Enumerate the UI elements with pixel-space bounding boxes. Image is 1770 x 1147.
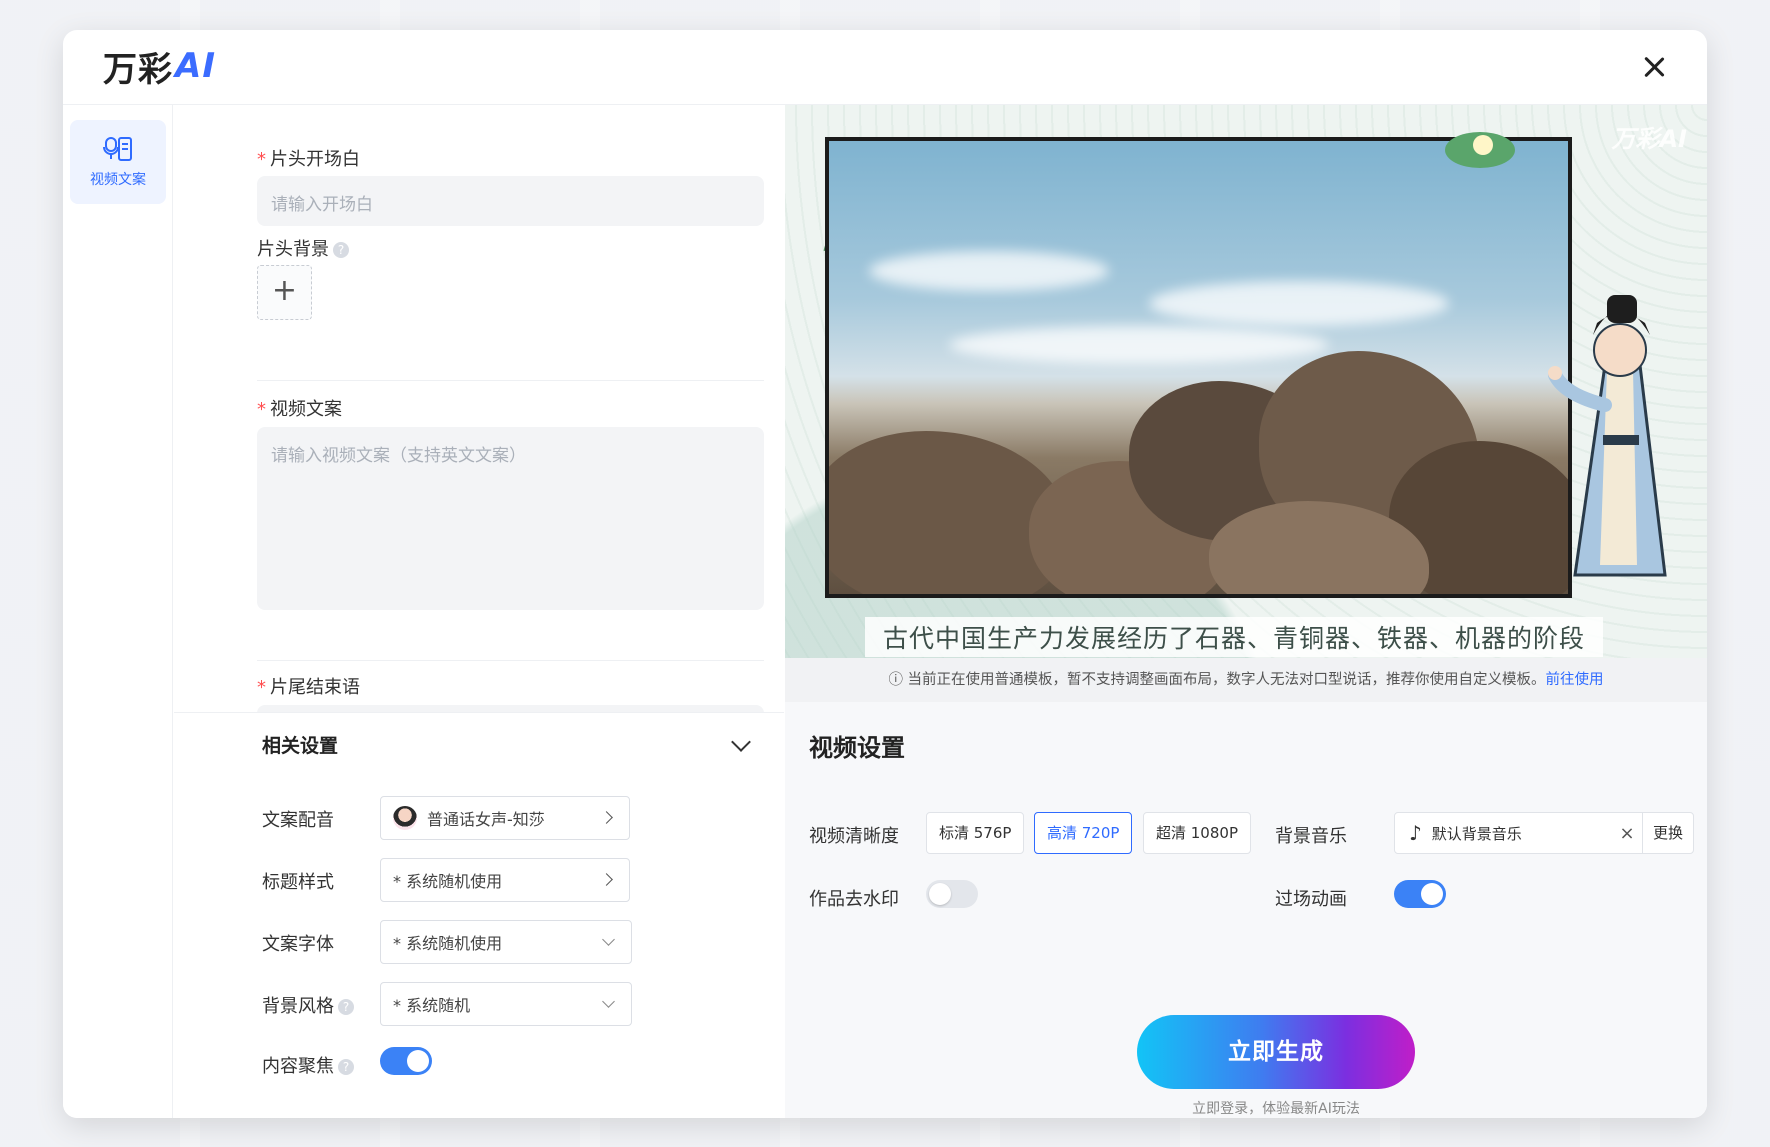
avatar (393, 806, 417, 830)
title-style-value: * 系统随机使用 (393, 872, 503, 891)
script-form: * 片头开场白 请输入开场白 片头背景? + * 视频文案 请输入视频文案（支持英文… (174, 105, 784, 712)
help-icon[interactable]: ? (338, 1059, 354, 1075)
divider (257, 380, 764, 381)
related-settings: 相关设置 文案配音 普通话女声-知莎 标题样式 * 系统随机使用 文案字体 * … (174, 712, 784, 1118)
change-music-button[interactable]: 更换 (1641, 813, 1693, 853)
bg-style-label: 背景风格? (262, 992, 354, 1018)
scholar-character (1548, 295, 1667, 577)
video-settings: 视频设置 视频清晰度 标清 576P 高清 720P 超清 1080P 背景音乐… (785, 702, 1707, 1118)
help-icon[interactable]: ? (333, 242, 349, 258)
focus-toggle[interactable] (380, 1047, 432, 1075)
preview-subtitle: 古代中国生产力发展经历了石器、青铜器、铁器、机器的阶段 (865, 617, 1604, 657)
preview-image (825, 137, 1572, 598)
go-use-link[interactable]: 前往使用 (1546, 672, 1604, 688)
divider (257, 660, 764, 661)
chevron-right-icon (600, 873, 613, 886)
notice-text: 当前正在使用普通模板，暂不支持调整画面布局，数字人无法对口型说话，推荐你使用自定… (907, 672, 1546, 688)
help-icon[interactable]: ? (338, 999, 354, 1015)
music-note-icon: ♪ (1409, 821, 1422, 845)
settings-title: 相关设置 (262, 735, 339, 757)
chevron-down-icon (602, 933, 615, 946)
template-notice: ⓘ 当前正在使用普通模板，暂不支持调整画面布局，数字人无法对口型说话，推荐你使用… (785, 658, 1707, 702)
opening-label: * 片头开场白 (257, 149, 360, 170)
logo-text: 万彩 (103, 49, 173, 90)
generate-hint[interactable]: 立即登录，体验最新AI玩法 (1137, 1098, 1415, 1118)
sidebar-item-video-script[interactable]: 视频文案 (70, 120, 166, 204)
bg-style-select[interactable]: * 系统随机 (380, 982, 632, 1026)
opening-bg-label: 片头背景? (257, 235, 349, 261)
remove-watermark-toggle[interactable] (926, 880, 978, 908)
title-style-label: 标题样式 (262, 872, 334, 893)
side-rail: 视频文案 (63, 105, 173, 1118)
info-icon: ⓘ (888, 672, 908, 688)
chevron-down-icon (602, 995, 615, 1008)
music-select[interactable]: ♪ 默认背景音乐 × 更换 (1394, 812, 1694, 854)
script-textarea[interactable]: 请输入视频文案（支持英文文案） (257, 427, 764, 610)
lotus-decoration (1445, 132, 1515, 168)
font-label: 文案字体 (262, 934, 334, 955)
bg-style-value: * 系统随机 (393, 996, 471, 1015)
chevron-right-icon (600, 811, 613, 824)
ending-label: * 片尾结束语 (257, 677, 360, 698)
voice-select[interactable]: 普通话女声-知莎 (380, 796, 630, 840)
close-icon[interactable] (1639, 52, 1669, 82)
script-label: * 视频文案 (257, 399, 342, 420)
font-select[interactable]: * 系统随机使用 (380, 920, 632, 964)
logo-ai: AI (175, 46, 216, 86)
logo: 万彩 AI (103, 46, 216, 90)
voice-label: 文案配音 (262, 810, 334, 831)
music-label: 背景音乐 (1275, 826, 1347, 847)
watermark: 万彩AI (1611, 125, 1687, 153)
resolution-label: 视频清晰度 (809, 826, 899, 847)
resolution-576p[interactable]: 标清 576P (926, 812, 1025, 854)
resolution-1080p[interactable]: 超清 1080P (1143, 812, 1251, 854)
sidebar-item-label: 视频文案 (90, 172, 146, 188)
focus-label: 内容聚焦? (262, 1052, 354, 1078)
video-settings-title: 视频设置 (809, 734, 905, 762)
chevron-down-icon[interactable] (731, 732, 751, 752)
upload-bg-button[interactable]: + (257, 265, 312, 320)
modal-header: 万彩 AI (63, 30, 1707, 105)
remove-watermark-label: 作品去水印 (809, 889, 899, 910)
create-video-modal: 万彩 AI 视频文案 * 片头开场白 请输入开场白 片头背景? + * 视频文案 请输… (63, 30, 1707, 1118)
transition-label: 过场动画 (1275, 889, 1347, 910)
font-value: * 系统随机使用 (393, 934, 503, 953)
ending-input[interactable] (257, 705, 764, 712)
opening-input[interactable]: 请输入开场白 (257, 176, 764, 226)
resolution-720p[interactable]: 高清 720P (1034, 812, 1133, 854)
script-mic-icon (103, 137, 132, 161)
music-value: 默认背景音乐 (1431, 824, 1522, 843)
transition-toggle[interactable] (1394, 880, 1446, 908)
video-preview: 万彩AI 古代中国生产力发展经历了石器、青铜器、铁器、机器的阶段 (785, 105, 1707, 658)
clear-icon[interactable]: × (1612, 823, 1642, 844)
generate-button[interactable]: 立即生成 (1137, 1015, 1415, 1089)
voice-value: 普通话女声-知莎 (427, 810, 545, 829)
title-style-select[interactable]: * 系统随机使用 (380, 858, 630, 902)
